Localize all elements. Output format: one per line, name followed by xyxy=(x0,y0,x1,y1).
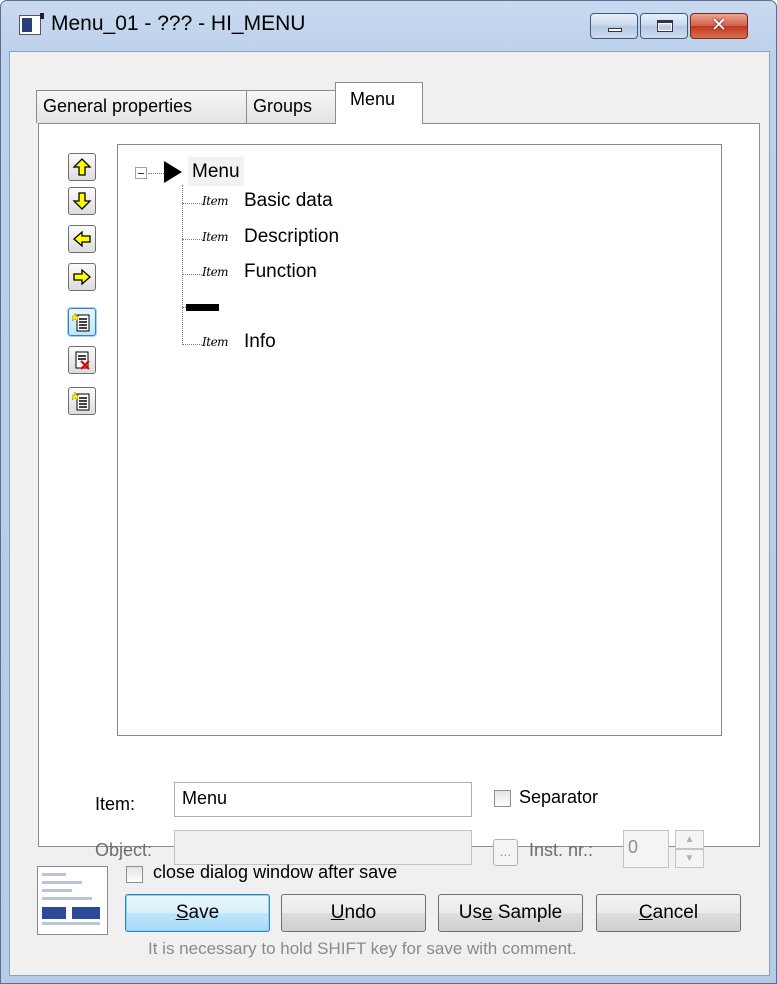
save-accelerator: S xyxy=(175,902,189,923)
delete-item-button[interactable] xyxy=(68,346,96,374)
new-item-button[interactable] xyxy=(68,308,96,336)
collapse-icon[interactable] xyxy=(135,167,147,179)
thumbnail-detail xyxy=(42,873,66,876)
undo-button[interactable]: Undo xyxy=(281,894,426,932)
undo-label-post: ndo xyxy=(344,902,377,923)
move-left-button[interactable] xyxy=(68,225,96,253)
move-right-button[interactable] xyxy=(68,263,96,291)
close-icon: ✕ xyxy=(711,15,727,36)
app-icon[interactable] xyxy=(19,13,44,35)
minimize-button[interactable] xyxy=(590,13,638,39)
object-input[interactable] xyxy=(174,830,472,865)
item-icon: Item xyxy=(202,230,229,244)
tree-connector xyxy=(182,185,183,345)
tree-connector xyxy=(148,173,164,174)
new-subitem-icon xyxy=(72,391,90,411)
spin-up-icon[interactable]: ▲ xyxy=(675,830,704,849)
item-label: Item: xyxy=(95,794,136,814)
use-sample-button[interactable]: Use Sample xyxy=(438,894,583,932)
thumbnail-detail xyxy=(42,881,82,884)
menu-tree-view[interactable]: Menu Item Basic data Item Description It… xyxy=(117,144,722,736)
use-sample-label-pre: Us xyxy=(458,902,482,923)
close-button[interactable]: ✕ xyxy=(690,13,748,39)
tree-item-info[interactable]: Info xyxy=(244,331,276,353)
maximize-button[interactable] xyxy=(640,13,688,39)
menu-tab-panel: Menu Item Basic data Item Description It… xyxy=(38,123,760,868)
tree-connector xyxy=(182,274,202,275)
save-button[interactable]: Save xyxy=(125,894,270,932)
tab-general-properties[interactable]: General properties xyxy=(36,90,247,123)
move-left-arrow-icon xyxy=(73,230,91,248)
tree-item-separator[interactable] xyxy=(186,304,219,311)
tree-connector xyxy=(182,239,202,240)
move-down-arrow-icon xyxy=(72,192,92,210)
close-after-save-label: close dialog window after save xyxy=(153,862,398,882)
tab-menu[interactable]: Menu xyxy=(335,82,423,124)
window-title: Menu_01 - ??? - HI_MENU xyxy=(51,12,306,35)
tree-item-basic-data[interactable]: Basic data xyxy=(244,190,333,212)
cancel-label-post: ancel xyxy=(652,902,699,923)
maximize-icon xyxy=(657,20,673,32)
thumbnail-detail xyxy=(42,897,92,900)
new-subitem-button[interactable] xyxy=(68,387,96,415)
item-icon: Item xyxy=(202,265,229,279)
dialog-preview-thumbnail xyxy=(37,866,108,935)
move-up-arrow-icon xyxy=(72,158,92,176)
save-hint-text: It is necessary to hold SHIFT key for sa… xyxy=(148,939,577,958)
thumbnail-detail xyxy=(42,907,66,919)
tab-groups[interactable]: Groups xyxy=(246,90,336,123)
delete-item-icon xyxy=(75,351,90,370)
close-after-save-checkbox[interactable] xyxy=(126,866,143,883)
menu-root-icon xyxy=(164,161,182,183)
minimize-icon xyxy=(608,28,622,32)
tree-item-function[interactable]: Function xyxy=(244,261,317,283)
tree-connector xyxy=(182,344,202,345)
separator-label: Separator xyxy=(519,787,599,807)
cancel-accelerator: C xyxy=(638,902,653,923)
separator-checkbox[interactable] xyxy=(494,790,511,807)
inst-nr-input[interactable]: 0 xyxy=(623,830,669,868)
use-sample-accelerator: e xyxy=(481,902,493,923)
new-item-icon xyxy=(72,312,90,332)
use-sample-label-post: Sample xyxy=(492,902,563,923)
title-bar[interactable]: Menu_01 - ??? - HI_MENU ✕ xyxy=(1,1,776,51)
cancel-button[interactable]: Cancel xyxy=(596,894,741,932)
move-up-button[interactable] xyxy=(68,153,96,181)
thumbnail-detail xyxy=(72,907,100,919)
thumbnail-detail xyxy=(42,922,100,925)
object-label: Object: xyxy=(95,840,153,860)
undo-accelerator: U xyxy=(330,902,345,923)
move-down-button[interactable] xyxy=(68,187,96,215)
item-name-input[interactable]: Menu xyxy=(174,782,472,817)
spin-down-icon[interactable]: ▼ xyxy=(675,849,704,868)
dialog-window: Menu_01 - ??? - HI_MENU ✕ General proper… xyxy=(0,0,777,984)
tree-item-description[interactable]: Description xyxy=(244,226,339,248)
dialog-client-area: General properties Groups Menu Menu Item… xyxy=(9,51,770,976)
tree-connector xyxy=(182,203,202,204)
tree-root-menu[interactable]: Menu xyxy=(188,157,244,186)
move-right-arrow-icon xyxy=(73,268,91,286)
object-browse-button[interactable]: ... xyxy=(493,839,518,866)
save-label-post: ave xyxy=(188,902,220,923)
inst-nr-label: Inst. nr.: xyxy=(529,840,594,860)
item-icon: Item xyxy=(202,335,229,349)
thumbnail-detail xyxy=(42,889,72,892)
item-icon: Item xyxy=(202,194,229,208)
